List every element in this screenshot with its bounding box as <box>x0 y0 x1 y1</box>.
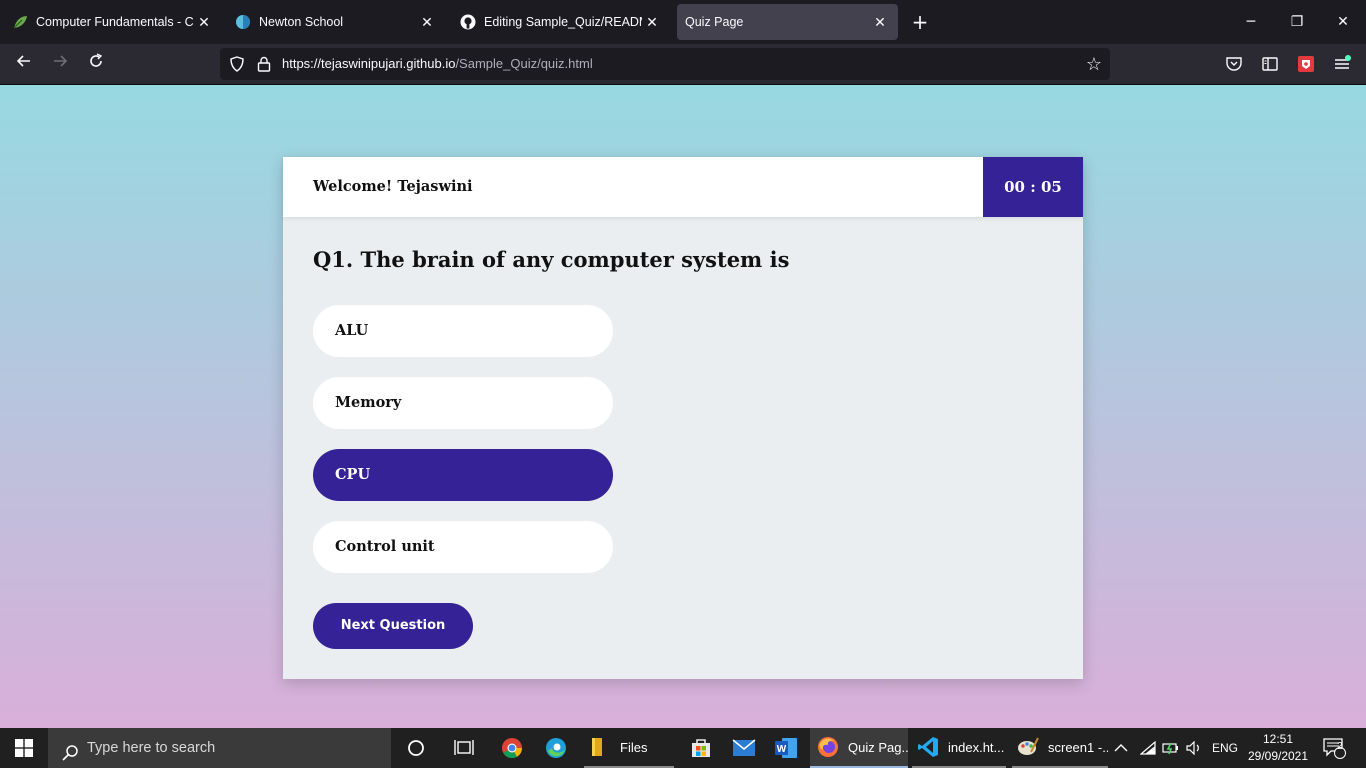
back-arrow-icon <box>16 55 30 67</box>
chrome-taskbar-button[interactable] <box>500 728 524 768</box>
newton-school-icon <box>235 14 251 30</box>
option-alu[interactable]: ALU <box>313 305 613 357</box>
firefox-taskbar-button[interactable]: Quiz Pag... <box>810 728 908 768</box>
windows-logo-icon <box>15 739 33 757</box>
github-icon <box>460 14 476 30</box>
forward-arrow-icon <box>54 55 68 67</box>
quiz-card: Welcome! Tejaswini 00 : 05 Q1. The brain… <box>283 157 1083 679</box>
page-viewport: Welcome! Tejaswini 00 : 05 Q1. The brain… <box>0 85 1366 728</box>
option-memory[interactable]: Memory <box>313 377 613 429</box>
close-tab-icon[interactable]: ✕ <box>870 14 890 31</box>
clock-date: 29/09/2021 <box>1247 749 1309 763</box>
tab-title: Computer Fundamentals - Com <box>36 15 194 29</box>
new-tab-button[interactable]: + <box>908 10 932 34</box>
reload-icon <box>90 53 103 67</box>
clock[interactable]: 12:51 29/09/2021 <box>1240 731 1316 765</box>
question-text: Q1. The brain of any computer system is <box>313 247 790 272</box>
cortana-icon <box>404 736 428 760</box>
close-tab-icon[interactable]: ✕ <box>642 14 662 31</box>
option-control-unit[interactable]: Control unit <box>313 521 613 573</box>
edge-icon <box>544 736 568 760</box>
vscode-taskbar-button[interactable]: index.ht... <box>912 728 1006 768</box>
back-button[interactable] <box>12 52 36 76</box>
word-icon: W <box>774 736 798 760</box>
search-icon <box>61 738 79 768</box>
edge-taskbar-button[interactable] <box>544 728 568 768</box>
word-taskbar-button[interactable]: W <box>774 728 798 768</box>
mail-taskbar-button[interactable] <box>732 728 756 768</box>
tab-title: Editing Sample_Quiz/README.n <box>484 15 642 29</box>
sidebar-icon[interactable] <box>1261 55 1279 73</box>
battery-button[interactable] <box>1162 728 1182 768</box>
svg-text:W: W <box>777 744 787 755</box>
tab-newton-school[interactable]: Newton School ✕ <box>227 4 445 40</box>
url-bar[interactable]: https://tejaswinipujari.github.io/Sample… <box>220 48 1110 80</box>
chrome-icon <box>500 736 524 760</box>
browser-nav-bar: https://tejaswinipujari.github.io/Sample… <box>0 44 1366 85</box>
taskbar-app-label: Quiz Pag... <box>848 739 908 755</box>
hamburger-menu-icon[interactable] <box>1333 55 1351 73</box>
cortana-button[interactable] <box>404 728 428 768</box>
option-cpu[interactable]: CPU <box>313 449 613 501</box>
task-view-button[interactable] <box>452 728 476 768</box>
notification-count: 2 <box>1337 741 1343 752</box>
browser-tab-strip: Computer Fundamentals - Com ✕ Newton Sch… <box>0 0 1366 44</box>
store-icon <box>689 736 713 760</box>
url-domain: https://tejaswinipujari.github.io <box>282 56 456 71</box>
action-center-button[interactable]: 2 <box>1322 728 1350 768</box>
files-taskbar-button[interactable]: Files <box>584 728 674 768</box>
vscode-icon <box>916 735 940 759</box>
forward-button[interactable] <box>48 52 72 76</box>
green-leaf-icon <box>12 14 28 30</box>
battery-icon <box>1162 742 1178 755</box>
quiz-header: Welcome! Tejaswini 00 : 05 <box>283 157 1083 217</box>
store-taskbar-button[interactable] <box>689 728 713 768</box>
mail-icon <box>732 736 756 760</box>
file-explorer-icon <box>588 735 612 759</box>
url-path: /Sample_Quiz/quiz.html <box>455 56 593 71</box>
clock-time: 12:51 <box>1262 732 1294 746</box>
close-tab-icon[interactable]: ✕ <box>417 14 437 31</box>
close-tab-icon[interactable]: ✕ <box>194 14 214 31</box>
speaker-icon <box>1186 741 1199 755</box>
tab-title: Newton School <box>259 15 344 29</box>
bookmark-star-icon[interactable]: ☆ <box>1086 54 1102 75</box>
minimize-button[interactable]: ─ <box>1228 8 1274 36</box>
tab-github-readme[interactable]: Editing Sample_Quiz/README.n ✕ <box>452 4 670 40</box>
tab-title: Quiz Page <box>685 15 744 29</box>
paint-icon <box>1016 735 1040 759</box>
search-placeholder: Type here to search <box>87 740 216 756</box>
pocket-icon[interactable] <box>1225 55 1243 73</box>
start-button[interactable] <box>0 728 48 768</box>
volume-button[interactable] <box>1186 728 1206 768</box>
paint-taskbar-button[interactable]: screen1 -... <box>1012 728 1108 768</box>
language-indicator[interactable]: ENG <box>1212 728 1238 768</box>
taskbar-app-label: Files <box>620 739 648 755</box>
welcome-text: Welcome! Tejaswini <box>313 178 473 195</box>
lock-icon[interactable] <box>257 56 271 76</box>
chevron-up-icon <box>1114 744 1128 752</box>
taskbar-search-box[interactable]: Type here to search <box>48 728 391 768</box>
taskbar-app-label: screen1 -... <box>1048 739 1108 755</box>
show-hidden-icons-button[interactable] <box>1114 728 1134 768</box>
tab-computer-fundamentals[interactable]: Computer Fundamentals - Com ✕ <box>4 4 222 40</box>
firefox-icon <box>816 735 840 759</box>
network-button[interactable] <box>1140 728 1158 768</box>
tracking-shield-icon[interactable] <box>229 56 245 76</box>
task-view-icon <box>452 736 476 760</box>
quiz-timer: 00 : 05 <box>983 157 1083 217</box>
wifi-icon <box>1140 741 1156 755</box>
url-text[interactable]: https://tejaswinipujari.github.io/Sample… <box>282 48 593 80</box>
close-window-button[interactable]: ✕ <box>1320 8 1366 36</box>
restore-button[interactable]: ❐ <box>1274 8 1320 36</box>
extension-icon[interactable] <box>1297 55 1315 73</box>
reload-button[interactable] <box>84 52 108 76</box>
tab-quiz-page[interactable]: Quiz Page ✕ <box>677 4 898 40</box>
taskbar-app-label: index.ht... <box>948 739 1005 755</box>
next-question-button[interactable]: Next Question <box>313 603 473 649</box>
windows-taskbar: Type here to search Files W Quiz Pag... … <box>0 728 1366 768</box>
